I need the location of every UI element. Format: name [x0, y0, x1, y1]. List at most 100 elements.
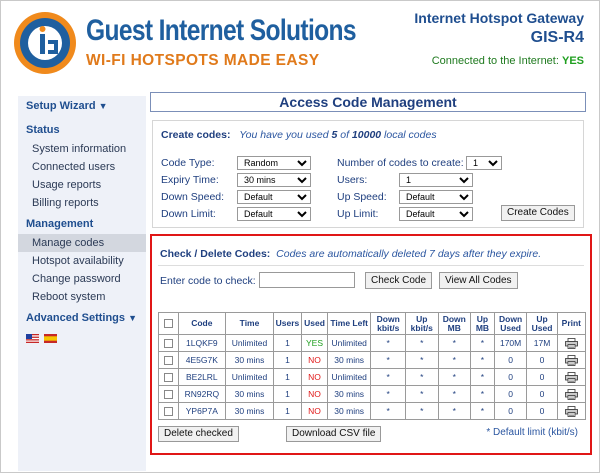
cell-down-used: 0 — [493, 368, 528, 386]
row-select-cell[interactable] — [158, 334, 179, 352]
cell-used: NO — [301, 385, 329, 403]
cell-down-kbits: * — [370, 385, 407, 403]
sidebar-item-change-password[interactable]: Change password — [18, 270, 146, 288]
create-codes-panel: Create codes: You have you used 5 of 100… — [152, 120, 584, 228]
cell-up-used: 0 — [526, 351, 558, 369]
sidebar-item-reboot-system[interactable]: Reboot system — [18, 288, 146, 306]
create-codes-label: Create codes: — [161, 129, 231, 141]
row-checkbox[interactable] — [163, 339, 173, 349]
print-cell[interactable] — [556, 351, 587, 369]
up-speed-select[interactable]: Default — [399, 190, 473, 204]
table-row: YP6P7A 30 mins 1 NO 30 mins * * * * 0 0 — [158, 402, 587, 420]
row-checkbox[interactable] — [163, 356, 173, 366]
row-select-cell[interactable] — [158, 368, 179, 386]
cell-up-mb: * — [470, 368, 495, 386]
usage-suffix: local codes — [384, 129, 437, 141]
sidebar: Setup Wizard ▼ Status System information… — [18, 96, 146, 471]
double-chevron-down-icon: ▼ — [128, 313, 138, 323]
cell-time: Unlimited — [225, 334, 274, 352]
code-check-input[interactable] — [259, 272, 355, 288]
row-select-cell[interactable] — [158, 402, 179, 420]
printer-icon[interactable] — [564, 388, 578, 400]
cell-code: BE2LRL — [177, 368, 227, 386]
col-print: Print — [556, 312, 587, 335]
row-select-cell[interactable] — [158, 385, 179, 403]
down-speed-select[interactable]: Default — [237, 190, 311, 204]
up-limit-label: Up Limit: — [337, 208, 379, 220]
col-used: Used — [301, 312, 329, 335]
sidebar-status-heading: Status — [26, 124, 60, 136]
check-code-button[interactable]: Check Code — [365, 272, 433, 289]
printer-icon[interactable] — [564, 405, 578, 417]
product-name: Internet Hotspot Gateway — [414, 10, 584, 26]
sidebar-item-hotspot-availability[interactable]: Hotspot availability — [18, 252, 146, 270]
table-header-row: Code Time Users Used Time Left Down kbit… — [158, 312, 587, 335]
check-delete-panel: Check / Delete Codes: Codes are automati… — [150, 234, 592, 455]
users-select[interactable]: 1 — [399, 173, 473, 187]
col-up-used: Up Used — [526, 312, 558, 335]
code-type-select[interactable]: Random — [237, 156, 311, 170]
col-time-left: Time Left — [327, 312, 372, 335]
delete-checked-button[interactable]: Delete checked — [158, 426, 239, 442]
row-select-cell[interactable] — [158, 351, 179, 369]
usage-prefix: You have you used — [239, 129, 329, 141]
cell-down-kbits: * — [370, 402, 407, 420]
sidebar-item-system-information[interactable]: System information — [18, 140, 146, 158]
cell-users: 1 — [272, 402, 303, 420]
down-limit-select[interactable]: Default — [237, 207, 311, 221]
print-cell[interactable] — [556, 385, 587, 403]
sidebar-item-manage-codes[interactable]: Manage codes — [18, 234, 146, 252]
up-limit-select[interactable]: Default — [399, 207, 473, 221]
print-cell[interactable] — [556, 368, 587, 386]
printer-icon[interactable] — [564, 337, 578, 349]
col-down-mb: Down MB — [437, 312, 472, 335]
print-cell[interactable] — [556, 402, 587, 420]
printer-icon[interactable] — [564, 354, 578, 366]
col-time: Time — [225, 312, 274, 335]
cell-up-used: 0 — [526, 368, 558, 386]
double-chevron-down-icon: ▼ — [98, 101, 108, 111]
select-all-header[interactable] — [158, 312, 179, 335]
sidebar-item-connected-users[interactable]: Connected users — [18, 158, 146, 176]
usage-mid: of — [340, 129, 349, 141]
cell-down-mb: * — [437, 402, 472, 420]
select-all-checkbox[interactable] — [163, 319, 173, 329]
us-flag-icon[interactable] — [26, 334, 39, 343]
usage-used-count: 5 — [331, 129, 338, 141]
setup-wizard-label: Setup Wizard — [26, 100, 96, 112]
cell-up-kbits: * — [405, 351, 439, 369]
col-users: Users — [272, 312, 303, 335]
view-all-codes-button[interactable]: View All Codes — [439, 272, 518, 289]
cell-down-mb: * — [437, 351, 472, 369]
print-cell[interactable] — [556, 334, 587, 352]
row-checkbox[interactable] — [163, 407, 173, 417]
usage-limit-count: 10000 — [351, 129, 382, 141]
row-checkbox[interactable] — [163, 373, 173, 383]
cell-used: YES — [301, 334, 329, 352]
col-code: Code — [177, 312, 227, 335]
cell-up-used: 17M — [526, 334, 558, 352]
spain-flag-icon[interactable] — [44, 334, 57, 343]
sidebar-item-usage-reports[interactable]: Usage reports — [18, 176, 146, 194]
down-limit-label: Down Limit: — [161, 208, 216, 220]
row-checkbox[interactable] — [163, 390, 173, 400]
num-codes-select[interactable]: 1 — [466, 156, 502, 170]
cell-users: 1 — [272, 334, 303, 352]
connection-status: Connected to the Internet: YES — [432, 55, 584, 67]
cell-used: NO — [301, 368, 329, 386]
printer-icon[interactable] — [564, 371, 578, 383]
default-limit-footnote: * Default limit (kbit/s) — [486, 427, 578, 438]
cell-code: YP6P7A — [177, 402, 227, 420]
sidebar-advanced-settings[interactable]: Advanced Settings ▼ — [18, 308, 146, 328]
download-csv-button[interactable]: Download CSV file — [286, 426, 382, 442]
sidebar-setup-wizard[interactable]: Setup Wizard ▼ — [18, 96, 146, 116]
sidebar-item-billing-reports[interactable]: Billing reports — [18, 194, 146, 212]
create-codes-button[interactable]: Create Codes — [501, 205, 575, 221]
connection-value: YES — [561, 55, 584, 67]
cell-used: NO — [301, 402, 329, 420]
users-label: Users: — [337, 174, 368, 186]
expiry-time-select[interactable]: 30 mins — [237, 173, 311, 187]
cell-time-left: 30 mins — [327, 385, 372, 403]
table-row: BE2LRL Unlimited 1 NO Unlimited * * * * 0 0 — [158, 368, 587, 386]
cell-code: 4E5G7K — [177, 351, 227, 369]
